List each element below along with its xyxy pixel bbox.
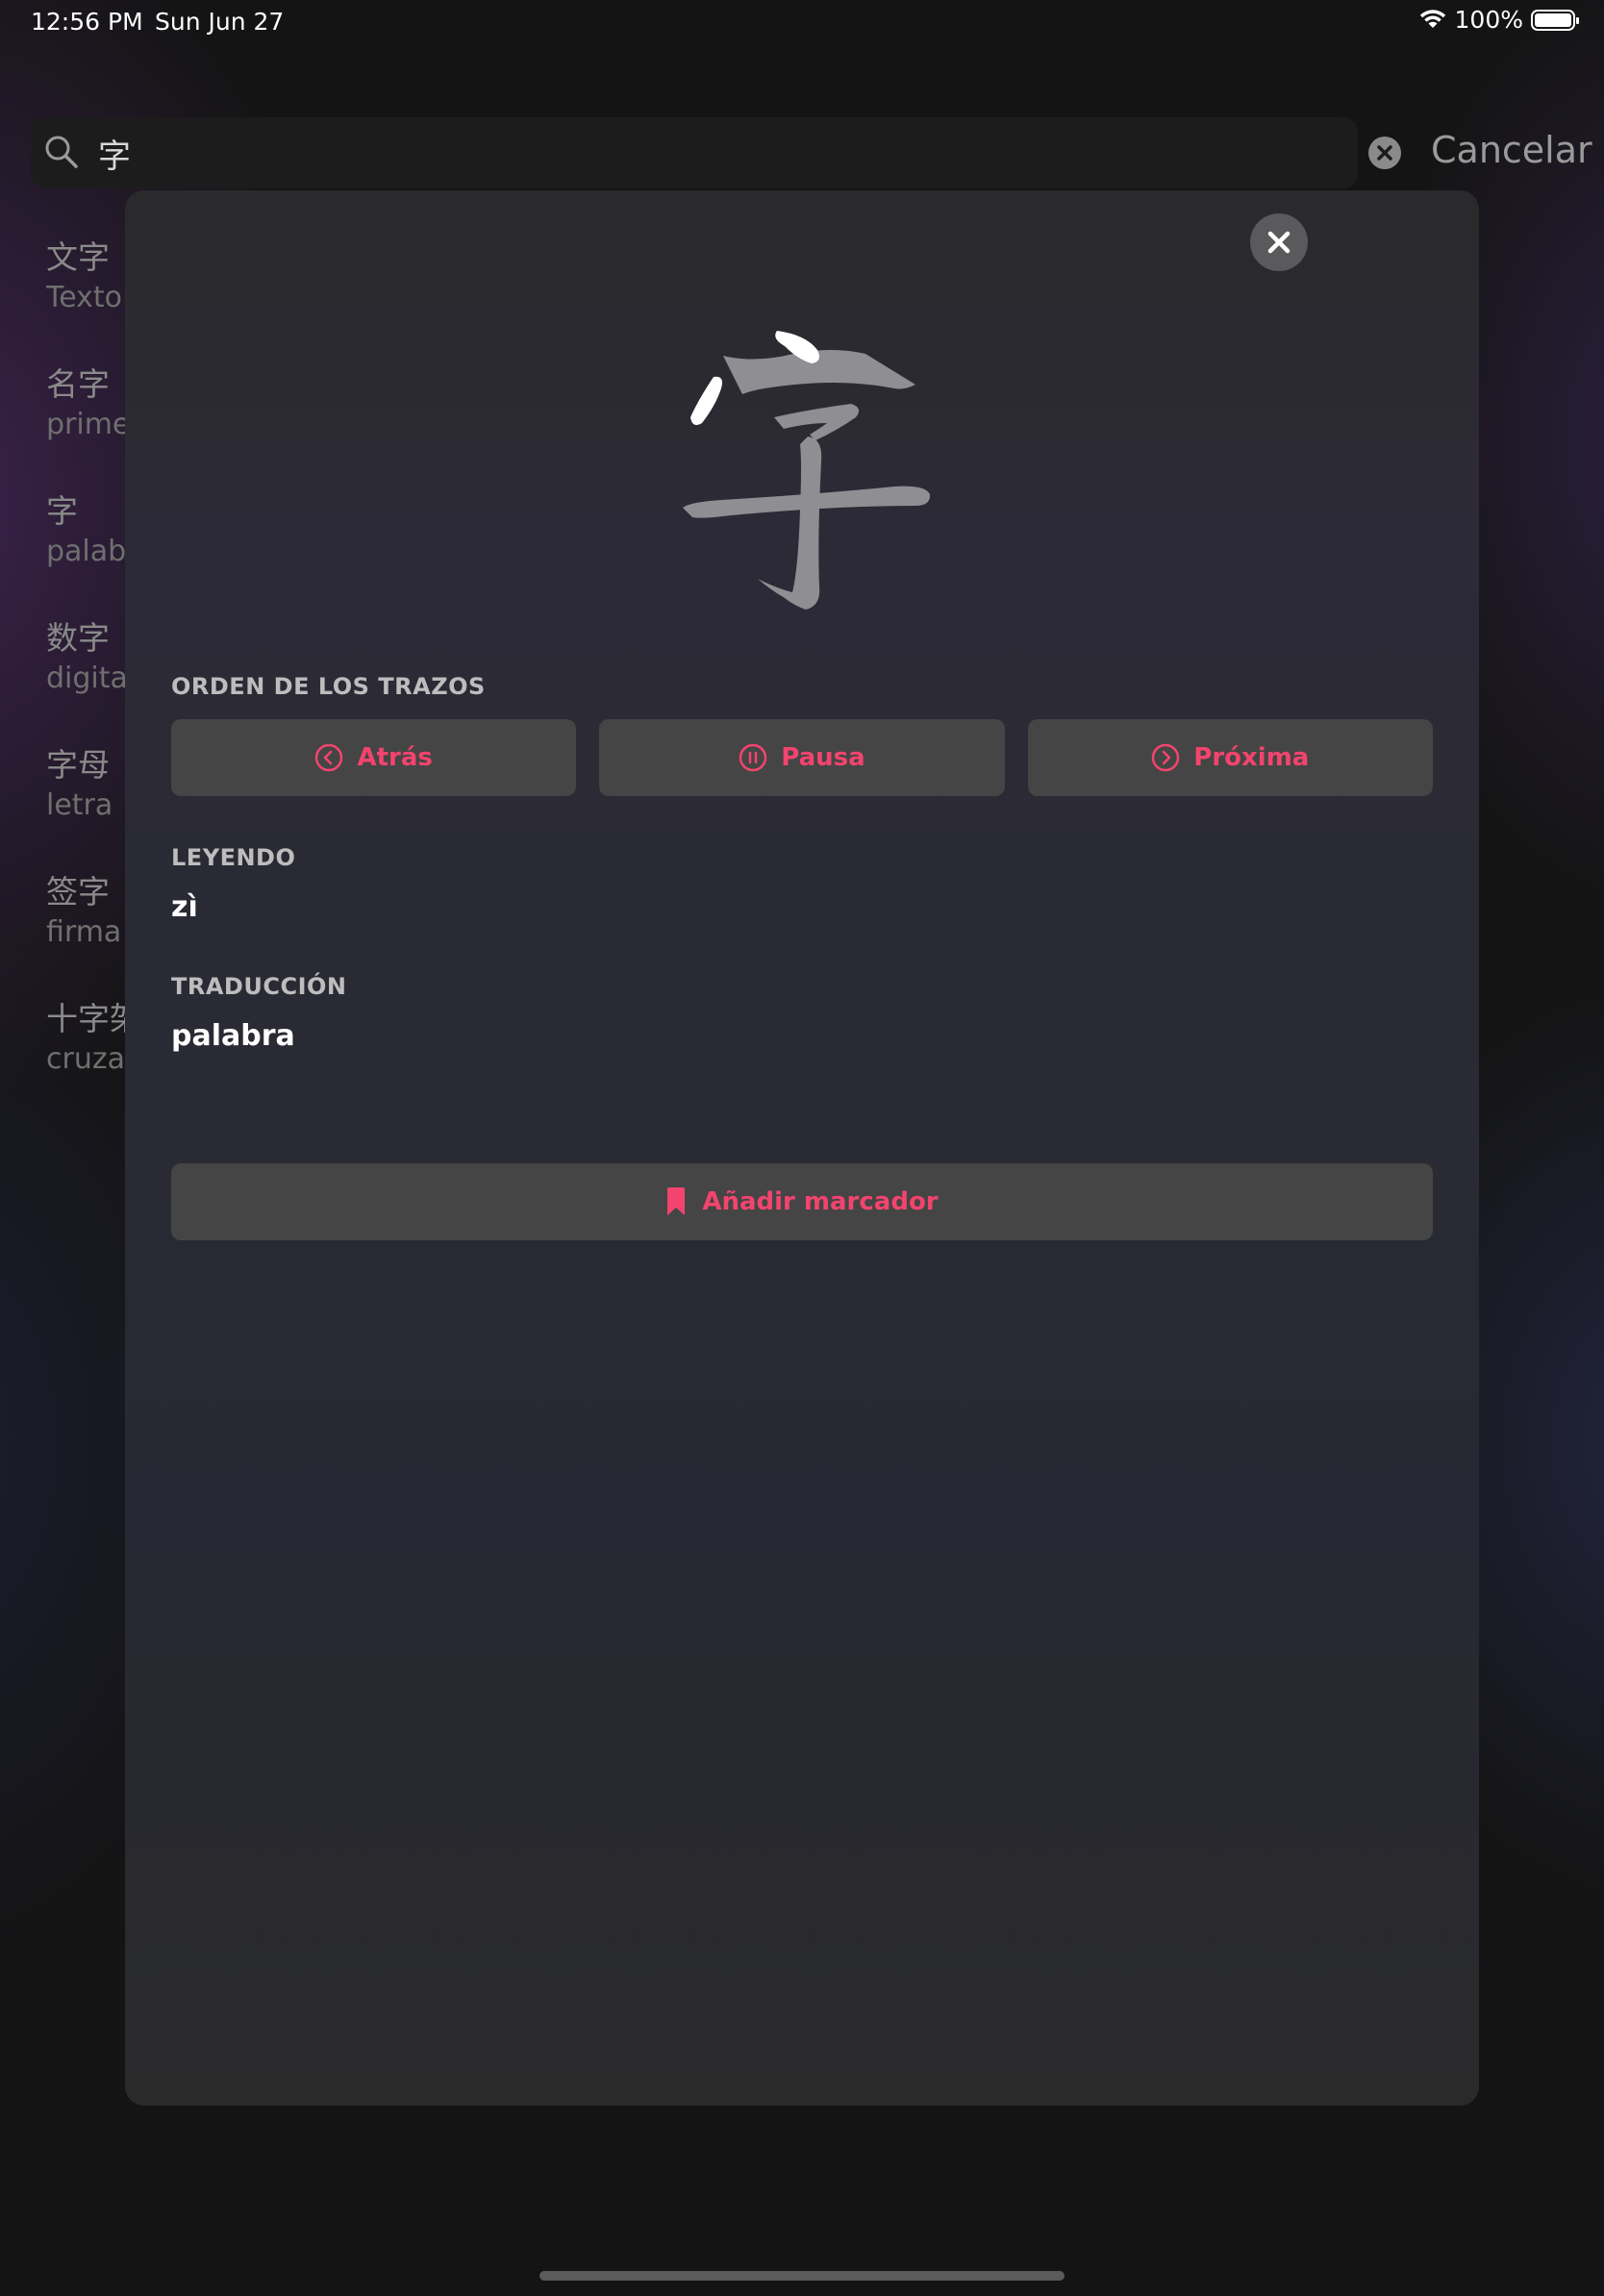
list-item[interactable]: 签字 firma <box>46 871 133 998</box>
cancel-button[interactable]: Cancelar <box>1431 129 1592 171</box>
stroke-animation <box>664 317 952 629</box>
list-item[interactable]: 字 palabr <box>46 490 133 617</box>
result-meaning: cruzar <box>46 1042 133 1076</box>
search-results: 文字 Texto 名字 primer 字 palabr 数字 digital 字… <box>46 237 133 1125</box>
stroke-order-controls: Atrás Pausa Próxima <box>171 719 1433 796</box>
result-hanzi: 文字 <box>46 238 110 276</box>
list-item[interactable]: 字母 letra <box>46 744 133 871</box>
add-bookmark-button[interactable]: Añadir marcador <box>171 1163 1433 1240</box>
result-hanzi: 字 <box>46 492 78 530</box>
result-hanzi: 字母 <box>46 746 110 784</box>
bookmark-icon <box>667 1187 686 1215</box>
chevron-right-circle-icon <box>1152 743 1180 772</box>
status-indicators: 100% <box>1418 6 1579 34</box>
next-label: Próxima <box>1193 743 1310 772</box>
next-button[interactable]: Próxima <box>1027 719 1433 796</box>
close-button[interactable] <box>1250 213 1308 271</box>
list-item[interactable]: 数字 digital <box>46 617 133 744</box>
screen: 12:56 PM Sun Jun 27 100% Cancelar <box>0 0 1604 2296</box>
back-button[interactable]: Atrás <box>171 719 577 796</box>
bookmark-label: Añadir marcador <box>702 1187 939 1216</box>
result-meaning: primer <box>46 408 133 441</box>
result-meaning: palabr <box>46 535 133 568</box>
translation-value: palabra <box>171 1019 295 1053</box>
stroke-order-label: ORDEN DE LOS TRAZOS <box>171 673 486 700</box>
result-meaning: letra <box>46 788 113 822</box>
home-indicator[interactable] <box>539 2271 1065 2281</box>
reading-label: LEYENDO <box>171 844 296 871</box>
status-time: 12:56 PM <box>31 8 143 36</box>
result-hanzi: 名字 <box>46 365 110 403</box>
close-icon <box>1267 231 1291 254</box>
reading-value: zì <box>171 890 198 924</box>
result-hanzi: 十字架 <box>46 1000 133 1037</box>
result-hanzi: 数字 <box>46 619 110 657</box>
list-item[interactable]: 名字 primer <box>46 363 133 490</box>
wifi-icon <box>1418 7 1447 34</box>
status-bar: 12:56 PM Sun Jun 27 100% <box>0 0 1604 46</box>
battery-icon <box>1531 9 1579 31</box>
translation-label: TRADUCCIÓN <box>171 973 347 1000</box>
battery-percent: 100% <box>1454 6 1523 34</box>
chevron-left-circle-icon <box>315 743 343 772</box>
pause-label: Pausa <box>781 743 865 772</box>
search-icon <box>44 135 79 173</box>
back-label: Atrás <box>357 743 433 772</box>
pause-circle-icon <box>739 743 767 772</box>
result-meaning: firma <box>46 915 122 949</box>
result-hanzi: 签字 <box>46 873 110 911</box>
result-meaning: Texto <box>46 281 123 314</box>
pause-button[interactable]: Pausa <box>599 719 1005 796</box>
search-input[interactable] <box>96 123 1350 183</box>
clear-icon[interactable] <box>1368 137 1401 169</box>
list-item[interactable]: 十字架 cruzar <box>46 998 133 1125</box>
result-meaning: digital <box>46 661 133 695</box>
list-item[interactable]: 文字 Texto <box>46 237 133 363</box>
status-date: Sun Jun 27 <box>155 8 285 36</box>
